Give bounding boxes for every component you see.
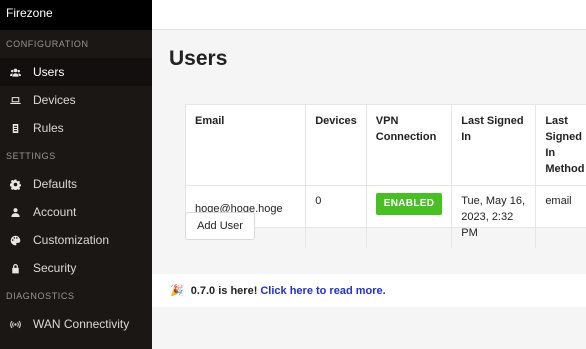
release-notice-text: 0.7.0 is here! bbox=[190, 284, 258, 297]
release-notice-link[interactable]: Click here to read more. bbox=[260, 285, 385, 297]
user-last-signed-in-method: email bbox=[535, 185, 586, 248]
sidebar-item-label: Users bbox=[33, 65, 65, 79]
signal-icon bbox=[8, 317, 22, 331]
user-icon bbox=[8, 205, 22, 219]
sidebar-item-label: Defaults bbox=[33, 177, 78, 191]
vpn-status-badge[interactable]: ENABLED bbox=[375, 193, 443, 215]
user-last-signed-in: Tue, May 16, 2023, 2:32 PM bbox=[451, 185, 537, 248]
sidebar-item-label: Account bbox=[33, 205, 77, 219]
section-label-settings: SETTINGS bbox=[6, 151, 56, 161]
main-content: Users Email Devices VPN Connection Last … bbox=[152, 31, 586, 349]
party-popper-icon: 🎉 bbox=[170, 285, 184, 297]
users-icon bbox=[8, 65, 22, 79]
section-label-diagnostics: DIAGNOSTICS bbox=[6, 291, 75, 301]
section-label-configuration: CONFIGURATION bbox=[6, 39, 89, 49]
sidebar-item-account[interactable]: Account bbox=[0, 198, 152, 226]
sidebar: Firezone CONFIGURATION Users Devices Rul… bbox=[0, 0, 152, 349]
sidebar-item-label: Rules bbox=[33, 121, 64, 135]
sidebar-item-defaults[interactable]: Defaults bbox=[0, 170, 152, 198]
gear-icon bbox=[8, 177, 22, 191]
sidebar-item-wan-connectivity[interactable]: WAN Connectivity bbox=[0, 310, 152, 338]
sidebar-item-label: WAN Connectivity bbox=[33, 317, 130, 331]
sidebar-item-security[interactable]: Security bbox=[0, 254, 152, 282]
palette-icon bbox=[8, 233, 22, 247]
users-table: Email Devices VPN Connection Last Signed… bbox=[185, 104, 586, 248]
laptop-icon bbox=[8, 93, 22, 107]
sidebar-item-label: Security bbox=[33, 261, 77, 275]
page-title: Users bbox=[169, 47, 228, 70]
user-devices-count: 0 bbox=[305, 185, 367, 248]
release-notice: 🎉 0.7.0 is here! Click here to read more… bbox=[152, 274, 586, 307]
column-header-vpn[interactable]: VPN Connection bbox=[366, 105, 453, 186]
sidebar-item-customization[interactable]: Customization bbox=[0, 226, 152, 254]
vpn-cell: ENABLED bbox=[366, 185, 453, 248]
top-bar bbox=[152, 0, 586, 30]
sidebar-item-users[interactable]: Users bbox=[0, 58, 152, 86]
sidebar-item-label: Devices bbox=[33, 93, 76, 107]
column-header-last-signed-in-method[interactable]: Last Signed In Method bbox=[535, 105, 586, 186]
column-header-last-signed-in[interactable]: Last Signed In bbox=[451, 105, 537, 186]
brand-title[interactable]: Firezone bbox=[0, 0, 152, 30]
rules-icon bbox=[8, 121, 22, 135]
add-user-button[interactable]: Add User bbox=[185, 212, 255, 240]
table-header-row: Email Devices VPN Connection Last Signed… bbox=[186, 105, 586, 186]
sidebar-item-devices[interactable]: Devices bbox=[0, 86, 152, 114]
column-header-devices[interactable]: Devices bbox=[305, 105, 367, 186]
column-header-email[interactable]: Email bbox=[186, 105, 307, 186]
lock-icon bbox=[8, 261, 22, 275]
sidebar-item-label: Customization bbox=[33, 233, 110, 247]
sidebar-item-rules[interactable]: Rules bbox=[0, 114, 152, 142]
